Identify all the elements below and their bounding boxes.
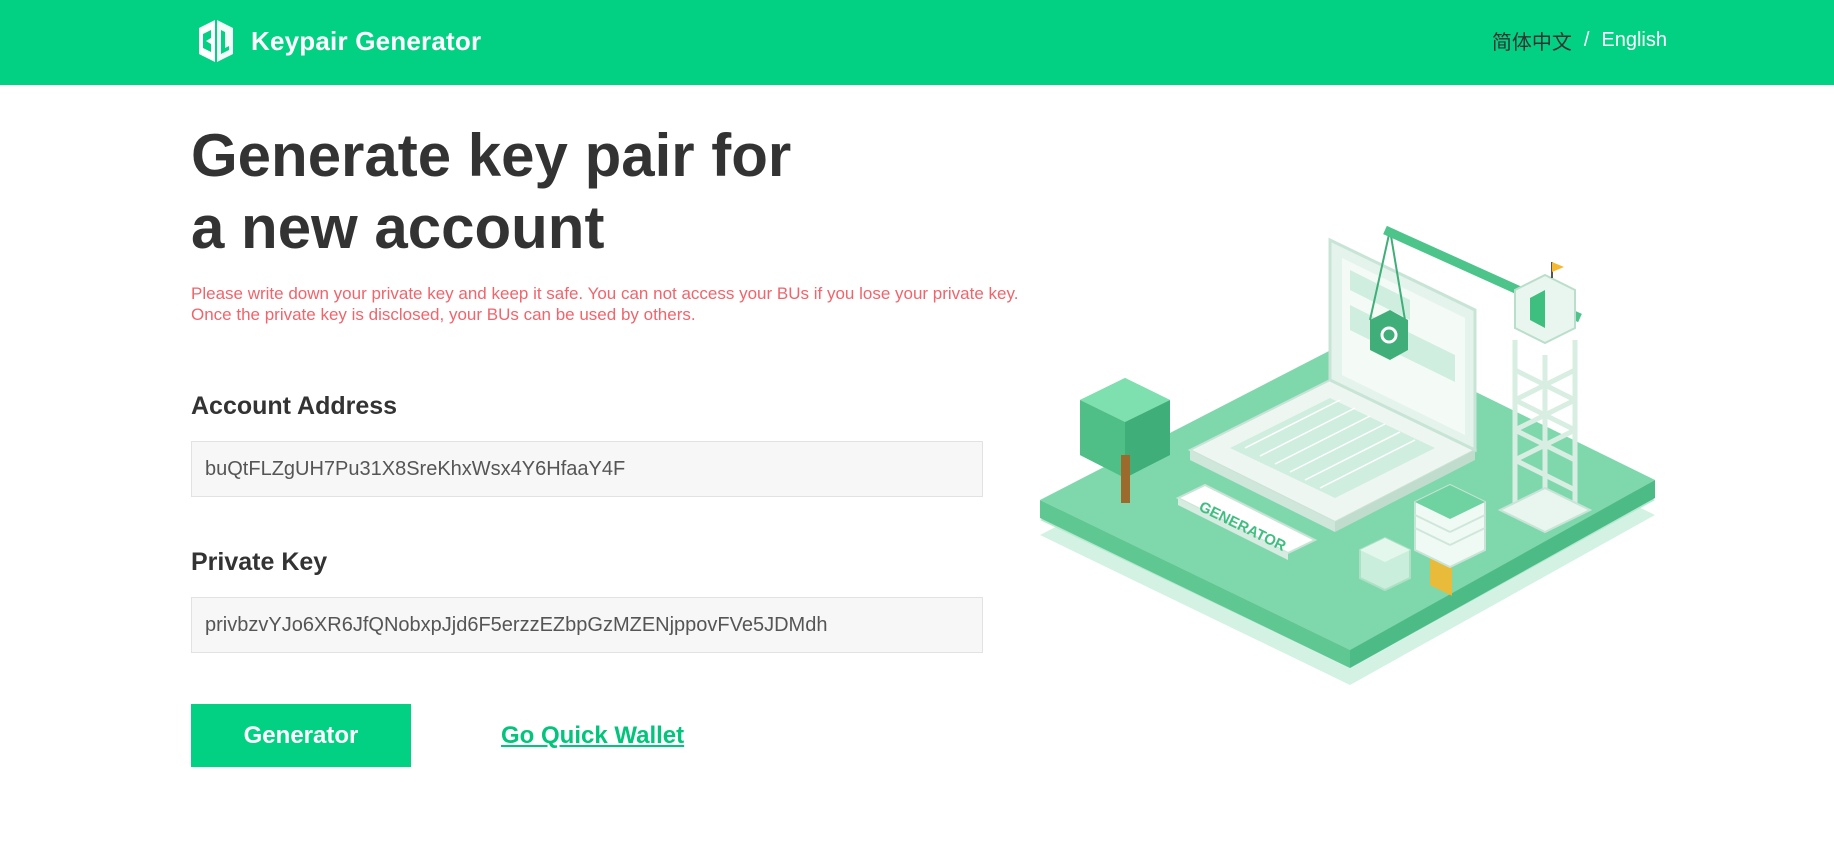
brand-home-link[interactable]: Keypair Generator [195, 17, 481, 65]
top-header-bar: Keypair Generator 简体中文 / English [0, 0, 1834, 85]
keypair-logo-icon [199, 20, 233, 62]
lang-option-chinese[interactable]: 简体中文 [1492, 26, 1572, 55]
language-switcher: 简体中文 / English [1492, 26, 1667, 55]
go-quick-wallet-link[interactable]: Go Quick Wallet [501, 722, 684, 750]
generate-button[interactable]: Generator [191, 704, 411, 767]
private-key-field[interactable] [191, 597, 983, 653]
private-key-label: Private Key [191, 548, 328, 576]
warning-line-2: Once the private key is disclosed, your … [191, 305, 696, 324]
lang-option-english[interactable]: English [1601, 29, 1667, 52]
page-title: Generate key pair for a new account [191, 120, 911, 264]
brand-title: Keypair Generator [251, 25, 482, 56]
page-title-line-2: a new account [191, 194, 605, 261]
account-address-field[interactable] [191, 441, 983, 497]
account-address-label: Account Address [191, 392, 398, 420]
generator-isometric-illustration: GENERATOR [1040, 225, 1655, 685]
lang-separator: / [1583, 29, 1590, 51]
private-key-warning: Please write down your private key and k… [191, 283, 1071, 325]
page-title-line-1: Generate key pair for [191, 122, 792, 189]
warning-line-1: Please write down your private key and k… [191, 284, 1019, 303]
